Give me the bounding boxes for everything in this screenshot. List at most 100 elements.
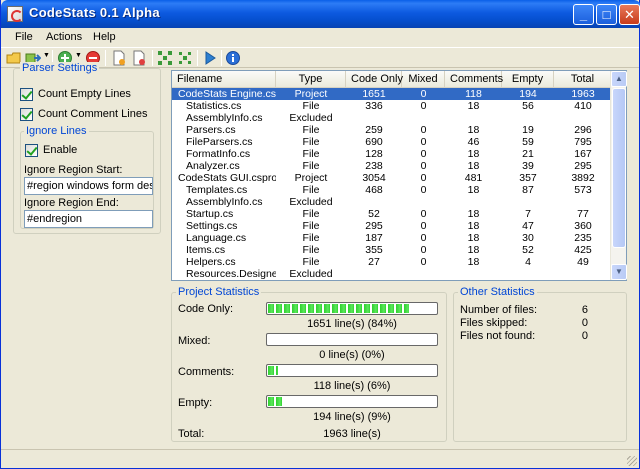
table-cell: 355 <box>365 244 383 256</box>
add-dropdown-icon[interactable]: ▼ <box>75 52 82 59</box>
table-cell: 7 <box>525 208 531 220</box>
maximize-button[interactable]: □ <box>596 4 617 25</box>
run-icon[interactable] <box>202 50 218 66</box>
files-not-found-value: 0 <box>581 330 588 342</box>
table-cell: 0 <box>420 232 427 244</box>
files-skipped-label: Files skipped: <box>460 317 528 329</box>
app-window: CodeStats 0.1 Alpha _ □ ✕ File Actions H… <box>0 0 640 469</box>
table-row[interactable]: Helpers.cs File 27 0 18 4 49 <box>172 256 612 268</box>
menu-actions[interactable]: Actions <box>46 31 82 43</box>
new-file-icon[interactable] <box>111 50 127 66</box>
vertical-scrollbar[interactable]: ▲ ▼ <box>610 71 627 280</box>
table-row[interactable]: Templates.cs File 468 0 18 87 573 <box>172 184 612 196</box>
table-row[interactable]: Startup.cs File 52 0 18 7 77 <box>172 208 612 220</box>
table-row[interactable]: CodeStats GUI.csproj Project 3054 0 481 357 38… <box>172 172 612 184</box>
column-empty[interactable]: Empty <box>502 71 554 88</box>
ignore-region-start-input[interactable]: #region windows form designe <box>24 177 153 195</box>
table-cell: 296 <box>574 124 592 136</box>
comments-value: 118 line(s) (6%) <box>313 380 391 392</box>
column-code-only[interactable]: Code Only <box>346 71 403 88</box>
table-cell: 46 <box>467 136 480 148</box>
table-cell: 0 <box>420 136 427 148</box>
table-row[interactable]: Items.cs File 355 0 18 52 425 <box>172 244 612 256</box>
table-header: Filename Type Code Only Mixed Comments E… <box>172 71 612 88</box>
table-cell: File <box>302 148 320 160</box>
title-bar[interactable]: CodeStats 0.1 Alpha _ □ ✕ <box>1 0 640 28</box>
status-bar <box>1 449 639 468</box>
ignore-region-start-label: Ignore Region Start: <box>24 164 123 176</box>
table-row[interactable]: AssemblyInfo.cs Excluded <box>172 196 612 208</box>
table-cell: 0 <box>420 244 427 256</box>
table-cell: 360 <box>574 220 592 232</box>
table-cell: Templates.cs <box>186 184 248 196</box>
export-dropdown-icon[interactable]: ▼ <box>43 52 50 59</box>
table-cell: 194 <box>519 88 537 100</box>
table-cell: CodeStats GUI.csproj <box>178 172 276 184</box>
delete-file-icon[interactable] <box>131 50 147 66</box>
toolbar-separator <box>197 50 198 66</box>
table-cell: 295 <box>574 160 592 172</box>
table-cell: Items.cs <box>186 244 226 256</box>
table-cell: File <box>302 100 320 112</box>
table-row[interactable]: FormatInfo.cs File 128 0 18 21 167 <box>172 148 612 160</box>
table-cell: 795 <box>574 136 592 148</box>
table-row[interactable]: Settings.cs File 295 0 18 47 360 <box>172 220 612 232</box>
table-cell: 3054 <box>362 172 386 184</box>
table-row[interactable]: Resources.Designe... Excluded <box>172 268 612 280</box>
checkbox-checked-icon[interactable] <box>25 144 38 157</box>
table-cell: 30 <box>522 232 534 244</box>
table-cell: 52 <box>368 208 380 220</box>
table-row[interactable]: AssemblyInfo.cs Excluded <box>172 112 612 124</box>
table-cell: 27 <box>368 256 380 268</box>
table-cell: 18 <box>467 208 480 220</box>
column-comments[interactable]: Comments <box>445 71 503 88</box>
table-cell: 18 <box>467 100 480 112</box>
table-cell: CodeStats Engine.cs... <box>178 88 276 100</box>
column-total[interactable]: Total <box>554 71 612 88</box>
column-mixed[interactable]: Mixed <box>402 71 445 88</box>
toolbar-separator <box>105 50 106 66</box>
table-cell: 0 <box>420 208 427 220</box>
table-row[interactable]: Analyzer.cs File 238 0 18 39 295 <box>172 160 612 172</box>
table-row[interactable]: FileParsers.cs File 690 0 46 59 795 <box>172 136 612 148</box>
count-comment-lines-label: Count Comment Lines <box>38 108 148 120</box>
info-icon[interactable] <box>225 50 241 66</box>
table-cell: 0 <box>420 184 427 196</box>
number-of-files-value: 6 <box>581 304 588 316</box>
table-row[interactable]: Parsers.cs File 259 0 18 19 296 <box>172 124 612 136</box>
table-cell: 39 <box>522 160 534 172</box>
total-value: 1963 line(s) <box>323 428 381 440</box>
menu-file[interactable]: File <box>15 31 33 43</box>
table-cell: 3892 <box>571 172 595 184</box>
table-cell: 87 <box>522 184 534 196</box>
collapse-icon[interactable] <box>177 50 193 66</box>
table-cell: 52 <box>522 244 534 256</box>
table-cell: Language.cs <box>186 232 247 244</box>
checkbox-checked-icon[interactable] <box>20 108 33 121</box>
table-cell: 1963 <box>571 88 595 100</box>
files-skipped-value: 0 <box>581 317 588 329</box>
ignore-region-end-input[interactable]: #endregion <box>24 210 153 228</box>
empty-label: Empty: <box>178 397 213 409</box>
minimize-button[interactable]: _ <box>573 4 594 25</box>
code-only-progress <box>266 302 438 315</box>
files-not-found-label: Files not found: <box>460 330 536 342</box>
mixed-progress <box>266 333 438 346</box>
scroll-down-icon[interactable]: ▼ <box>611 264 627 280</box>
scrollbar-thumb[interactable] <box>612 88 626 248</box>
file-stats-table[interactable]: Filename Type Code Only Mixed Comments E… <box>171 70 627 281</box>
window-title: CodeStats 0.1 Alpha <box>29 5 160 20</box>
checkbox-checked-icon[interactable] <box>20 88 33 101</box>
resize-grip-icon[interactable] <box>627 456 637 466</box>
table-row[interactable]: CodeStats Engine.cs... Project 1651 0 118 194… <box>172 88 612 100</box>
table-cell: 238 <box>365 160 383 172</box>
close-button[interactable]: ✕ <box>619 4 640 25</box>
expand-icon[interactable] <box>157 50 173 66</box>
menu-help[interactable]: Help <box>93 31 116 43</box>
column-filename[interactable]: Filename <box>172 71 276 88</box>
table-row[interactable]: Language.cs File 187 0 18 30 235 <box>172 232 612 244</box>
table-cell: File <box>302 244 320 256</box>
scroll-up-icon[interactable]: ▲ <box>611 71 627 87</box>
column-type[interactable]: Type <box>276 71 346 88</box>
table-row[interactable]: Statistics.cs File 336 0 18 56 410 <box>172 100 612 112</box>
